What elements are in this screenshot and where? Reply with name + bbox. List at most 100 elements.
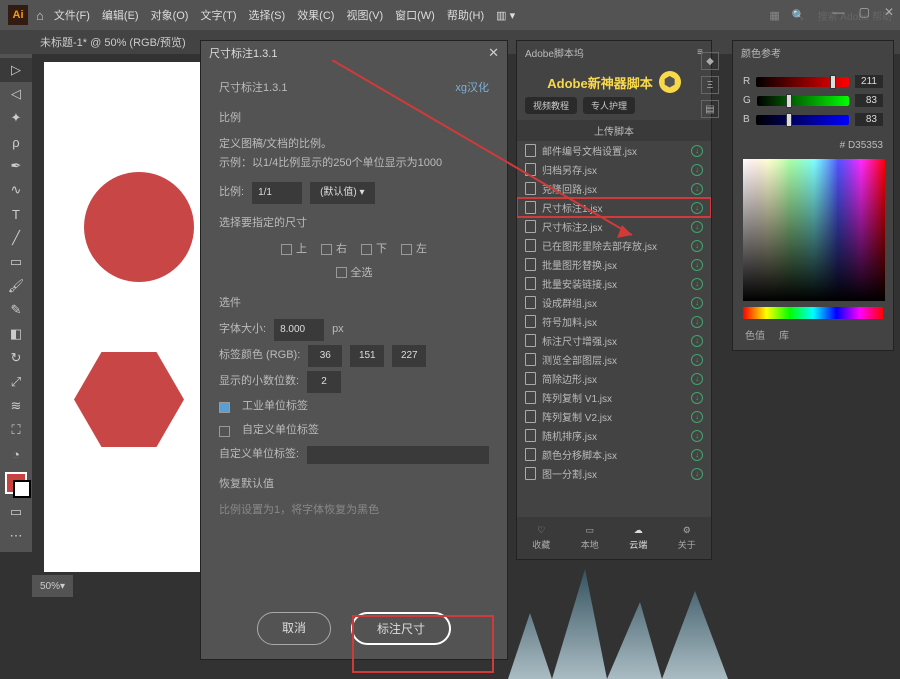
menu-file[interactable]: 文件(F) [54, 7, 90, 23]
cancel-button[interactable]: 取消 [257, 612, 331, 645]
b-value[interactable]: 83 [855, 113, 883, 126]
cb-custom[interactable] [219, 426, 230, 437]
width-tool[interactable]: ≋ [0, 394, 32, 418]
download-icon[interactable]: ↓ [691, 164, 703, 176]
tab-support[interactable]: 专人护理 [583, 97, 635, 114]
download-icon[interactable]: ↓ [691, 202, 703, 214]
download-icon[interactable]: ↓ [691, 259, 703, 271]
direct-select-tool[interactable]: ◁ [0, 82, 32, 106]
rgb-b-input[interactable]: 227 [392, 345, 426, 367]
menu-bookmark-icon[interactable]: ▥ ▾ [496, 9, 515, 22]
minimize-icon[interactable]: — [833, 5, 845, 19]
type-tool[interactable]: T [0, 202, 32, 226]
wand-tool[interactable]: ✦ [0, 106, 32, 130]
rotate-tool[interactable]: ↻ [0, 346, 32, 370]
download-icon[interactable]: ↓ [691, 221, 703, 233]
script-item[interactable]: 阵列复制 V1.jsx↓ [517, 388, 711, 407]
bottom-local[interactable]: ▭本地 [581, 525, 599, 551]
fill-stroke-swatch[interactable] [5, 472, 27, 494]
red-circle-shape[interactable] [84, 172, 194, 282]
download-icon[interactable]: ↓ [691, 316, 703, 328]
script-item[interactable]: 图一分割.jsx↓ [517, 464, 711, 483]
cb-right[interactable] [321, 244, 332, 255]
script-item[interactable]: 标注尺寸增强.jsx↓ [517, 331, 711, 350]
download-icon[interactable]: ↓ [691, 297, 703, 309]
cb-industrial[interactable] [219, 402, 230, 413]
scale-input[interactable]: 1/1 [252, 182, 302, 204]
free-transform-tool[interactable]: ⛶ [0, 418, 32, 442]
script-item[interactable]: 颜色分移脚本.jsx↓ [517, 445, 711, 464]
download-icon[interactable]: ↓ [691, 468, 703, 480]
custom-unit-input[interactable] [307, 446, 489, 464]
canvas[interactable] [44, 62, 204, 572]
bottom-about[interactable]: ⚙关于 [678, 525, 696, 551]
menu-effect[interactable]: 效果(C) [297, 7, 334, 23]
maximize-icon[interactable]: ▢ [859, 5, 870, 19]
home-icon[interactable]: ⌂ [36, 8, 44, 23]
cb-up[interactable] [281, 244, 292, 255]
screen-mode-tool[interactable]: ▭ [0, 500, 32, 524]
brush-tool[interactable]: 🖌 [0, 274, 32, 298]
g-slider[interactable] [757, 96, 849, 106]
script-item[interactable]: 阵列复制 V2.jsx↓ [517, 407, 711, 426]
grid-icon[interactable]: ▦ [769, 9, 779, 22]
script-list[interactable]: 邮件编号文档设置.jsx↓归档另存.jsx↓克隆回路.jsx↓尺寸标注1.jsx… [517, 141, 711, 483]
menu-window[interactable]: 窗口(W) [395, 7, 435, 23]
toolbar-options[interactable]: ⋯ [0, 524, 32, 548]
script-item[interactable]: 设成群组.jsx↓ [517, 293, 711, 312]
download-icon[interactable]: ↓ [691, 392, 703, 404]
script-item[interactable]: 批量图形替换.jsx↓ [517, 255, 711, 274]
hex-value[interactable]: # D35353 [733, 138, 893, 153]
download-icon[interactable]: ↓ [691, 183, 703, 195]
script-item[interactable]: 随机排序.jsx↓ [517, 426, 711, 445]
rgb-r-input[interactable]: 36 [308, 345, 342, 367]
script-item[interactable]: 归档另存.jsx↓ [517, 160, 711, 179]
download-icon[interactable]: ↓ [691, 354, 703, 366]
script-item[interactable]: 测览全部图层.jsx↓ [517, 350, 711, 369]
selection-tool[interactable]: ▷ [0, 58, 32, 82]
color-picker[interactable] [743, 159, 885, 301]
menu-object[interactable]: 对象(O) [151, 7, 189, 23]
download-icon[interactable]: ↓ [691, 278, 703, 290]
script-item[interactable]: 简除边形.jsx↓ [517, 369, 711, 388]
lasso-tool[interactable]: ρ [0, 130, 32, 154]
zoom-selector[interactable]: 50% ▾ [32, 575, 73, 597]
download-icon[interactable]: ↓ [691, 430, 703, 442]
scale-default-dropdown[interactable]: (默认值) ▾ [310, 182, 374, 204]
menu-select[interactable]: 选择(S) [249, 7, 286, 23]
rgb-g-input[interactable]: 151 [350, 345, 384, 367]
red-hexagon-shape[interactable] [74, 352, 184, 447]
download-icon[interactable]: ↓ [691, 145, 703, 157]
panel-icon-2[interactable]: Ξ [701, 76, 719, 94]
tab-video[interactable]: 视频教程 [525, 97, 577, 114]
search-icon[interactable]: 🔍 [792, 9, 806, 22]
bottom-cloud[interactable]: ☁云端 [629, 525, 647, 551]
dialog-close-icon[interactable]: ✕ [488, 45, 499, 61]
menu-type[interactable]: 文字(T) [200, 7, 236, 23]
script-item[interactable]: 邮件编号文档设置.jsx↓ [517, 141, 711, 160]
curvature-tool[interactable]: ∿ [0, 178, 32, 202]
cb-down[interactable] [361, 244, 372, 255]
download-icon[interactable]: ↓ [691, 411, 703, 423]
download-icon[interactable]: ↓ [691, 373, 703, 385]
shaper-tool[interactable]: ✎ [0, 298, 32, 322]
r-value[interactable]: 211 [855, 75, 883, 88]
download-icon[interactable]: ↓ [691, 240, 703, 252]
eraser-tool[interactable]: ◧ [0, 322, 32, 346]
script-item[interactable]: 已在图形里除去部存放.jsx↓ [517, 236, 711, 255]
scale-tool[interactable]: ⤢ [0, 370, 32, 394]
tab-library[interactable]: 库 [779, 327, 789, 342]
decimals-input[interactable]: 2 [307, 371, 341, 393]
menu-help[interactable]: 帮助(H) [447, 7, 484, 23]
script-item[interactable]: 尺寸标注1.jsx↓ [517, 198, 711, 217]
menu-view[interactable]: 视图(V) [346, 7, 383, 23]
font-size-input[interactable]: 8.000 [274, 319, 324, 341]
close-icon[interactable]: ✕ [884, 5, 894, 19]
download-icon[interactable]: ↓ [691, 449, 703, 461]
panel-icon-3[interactable]: ▤ [701, 100, 719, 118]
b-slider[interactable] [756, 115, 849, 125]
cb-left[interactable] [401, 244, 412, 255]
script-item[interactable]: 尺寸标注2.jsx↓ [517, 217, 711, 236]
panel-icon-1[interactable]: ◆ [701, 52, 719, 70]
script-item[interactable]: 符号加料.jsx↓ [517, 312, 711, 331]
